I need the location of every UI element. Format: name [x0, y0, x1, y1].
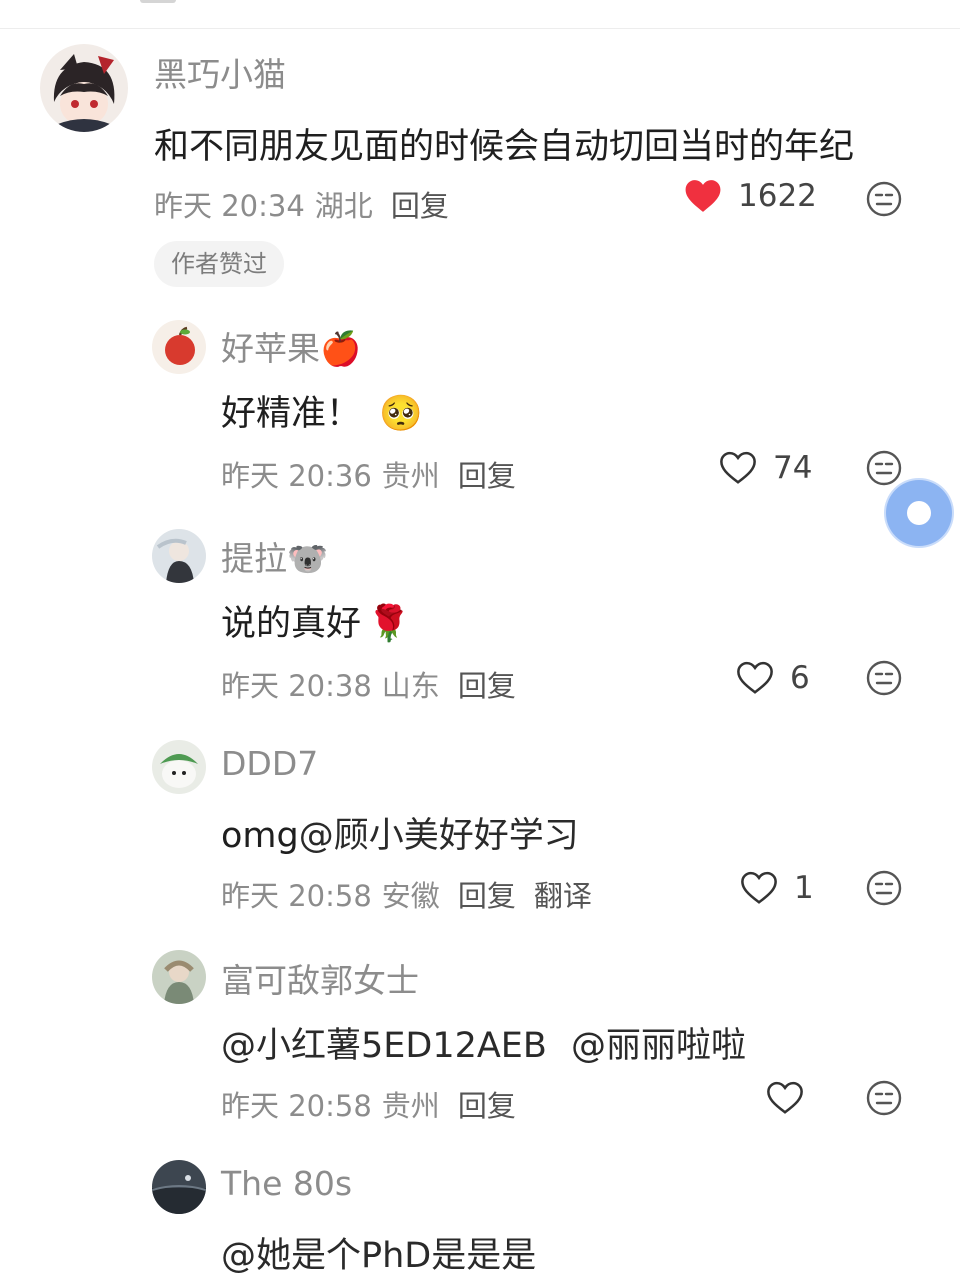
like-count: 1622 [738, 178, 817, 214]
heart-filled-icon [685, 180, 721, 212]
mention-link[interactable]: @小红薯5ED12AEB [221, 1026, 547, 1066]
reply-text: @她是个PhD是是是 [221, 1227, 536, 1278]
floating-assist-button[interactable] [886, 480, 952, 546]
reply-author[interactable]: DDD7 [221, 744, 318, 783]
reply-location: 安徽 [381, 879, 440, 913]
reply-meta: 昨天 20:36 贵州 回复 [221, 453, 516, 495]
like-button[interactable]: 1622 [684, 178, 817, 214]
reply-meta: 昨天 20:38 山东 回复 [221, 663, 516, 705]
comment-meta: 昨天 20:34 湖北 回复 [154, 183, 449, 225]
avatar[interactable] [152, 950, 206, 1004]
avatar[interactable] [152, 1160, 206, 1214]
neutral-face-icon[interactable] [865, 180, 903, 222]
reply-time: 昨天 20:38 [221, 669, 372, 703]
neutral-face-icon[interactable] [865, 1079, 903, 1121]
reply-button[interactable]: 回复 [458, 873, 516, 915]
reply-location: 贵州 [381, 459, 440, 493]
heart-outline-icon [741, 871, 777, 904]
reply-meta: 昨天 20:58 贵州 回复 [221, 1083, 516, 1125]
like-button[interactable]: 74 [719, 450, 812, 486]
reply-button[interactable]: 回复 [458, 663, 516, 705]
like-button[interactable]: 1 [740, 870, 814, 906]
heart-outline-icon [720, 451, 756, 484]
reply-time: 昨天 20:58 [221, 879, 372, 913]
reply-text: omg@顾小美好好学习 [221, 816, 579, 856]
divider [0, 28, 960, 29]
reply-author[interactable]: 好苹果🍎 [221, 322, 361, 370]
comment-text: 和不同朋友见面的时候会自动切回当时的年纪 [154, 127, 855, 167]
like-button[interactable]: 6 [736, 660, 810, 696]
heart-outline-icon [737, 661, 773, 694]
neutral-face-icon[interactable] [865, 659, 903, 701]
reply-button[interactable]: 回复 [458, 453, 516, 495]
reply-text: 好精准！ 🥺 [221, 394, 423, 434]
pleading-face-emoji: 🥺 [379, 394, 423, 434]
mention-link[interactable]: @丽丽啦啦 [571, 1026, 746, 1066]
reply-button[interactable]: 回复 [458, 1083, 516, 1125]
avatar[interactable] [152, 529, 206, 583]
mention-link[interactable]: @顾小美好好学习 [299, 816, 579, 856]
comment-location: 湖北 [314, 189, 373, 223]
neutral-face-icon[interactable] [865, 869, 903, 911]
rose-emoji: 🌹 [367, 604, 411, 644]
reply-author[interactable]: The 80s [221, 1164, 352, 1203]
reply-location: 山东 [381, 669, 440, 703]
comment-time: 昨天 20:34 [154, 189, 305, 223]
avatar[interactable] [152, 740, 206, 794]
comment-author[interactable]: 黑巧小猫 [154, 48, 286, 96]
like-count: 1 [794, 870, 814, 906]
translate-button[interactable]: 翻译 [534, 873, 592, 915]
reply-text: @小红薯5ED12AEB @丽丽啦啦 [221, 1017, 746, 1068]
author-liked-badge: 作者赞过 [154, 241, 284, 287]
mention-link[interactable]: @她是个PhD是是是 [221, 1236, 536, 1276]
heart-outline-icon [767, 1081, 803, 1114]
reply-meta: 昨天 20:58 安徽 回复 翻译 [221, 873, 592, 915]
neutral-face-icon[interactable] [865, 449, 903, 491]
avatar[interactable] [152, 320, 206, 374]
reply-author[interactable]: 富可敌郭女士 [221, 954, 419, 1002]
previous-item-edge [140, 0, 176, 3]
reply-location: 贵州 [381, 1089, 440, 1123]
reply-time: 昨天 20:36 [221, 459, 372, 493]
like-count: 74 [773, 450, 813, 486]
reply-time: 昨天 20:58 [221, 1089, 372, 1123]
like-button[interactable] [766, 1080, 804, 1116]
reply-author[interactable]: 提拉🐨 [221, 532, 328, 580]
reply-button[interactable]: 回复 [391, 183, 449, 225]
avatar[interactable] [40, 44, 128, 132]
reply-text: 说的真好 🌹 [221, 604, 411, 644]
like-count: 6 [790, 660, 810, 696]
